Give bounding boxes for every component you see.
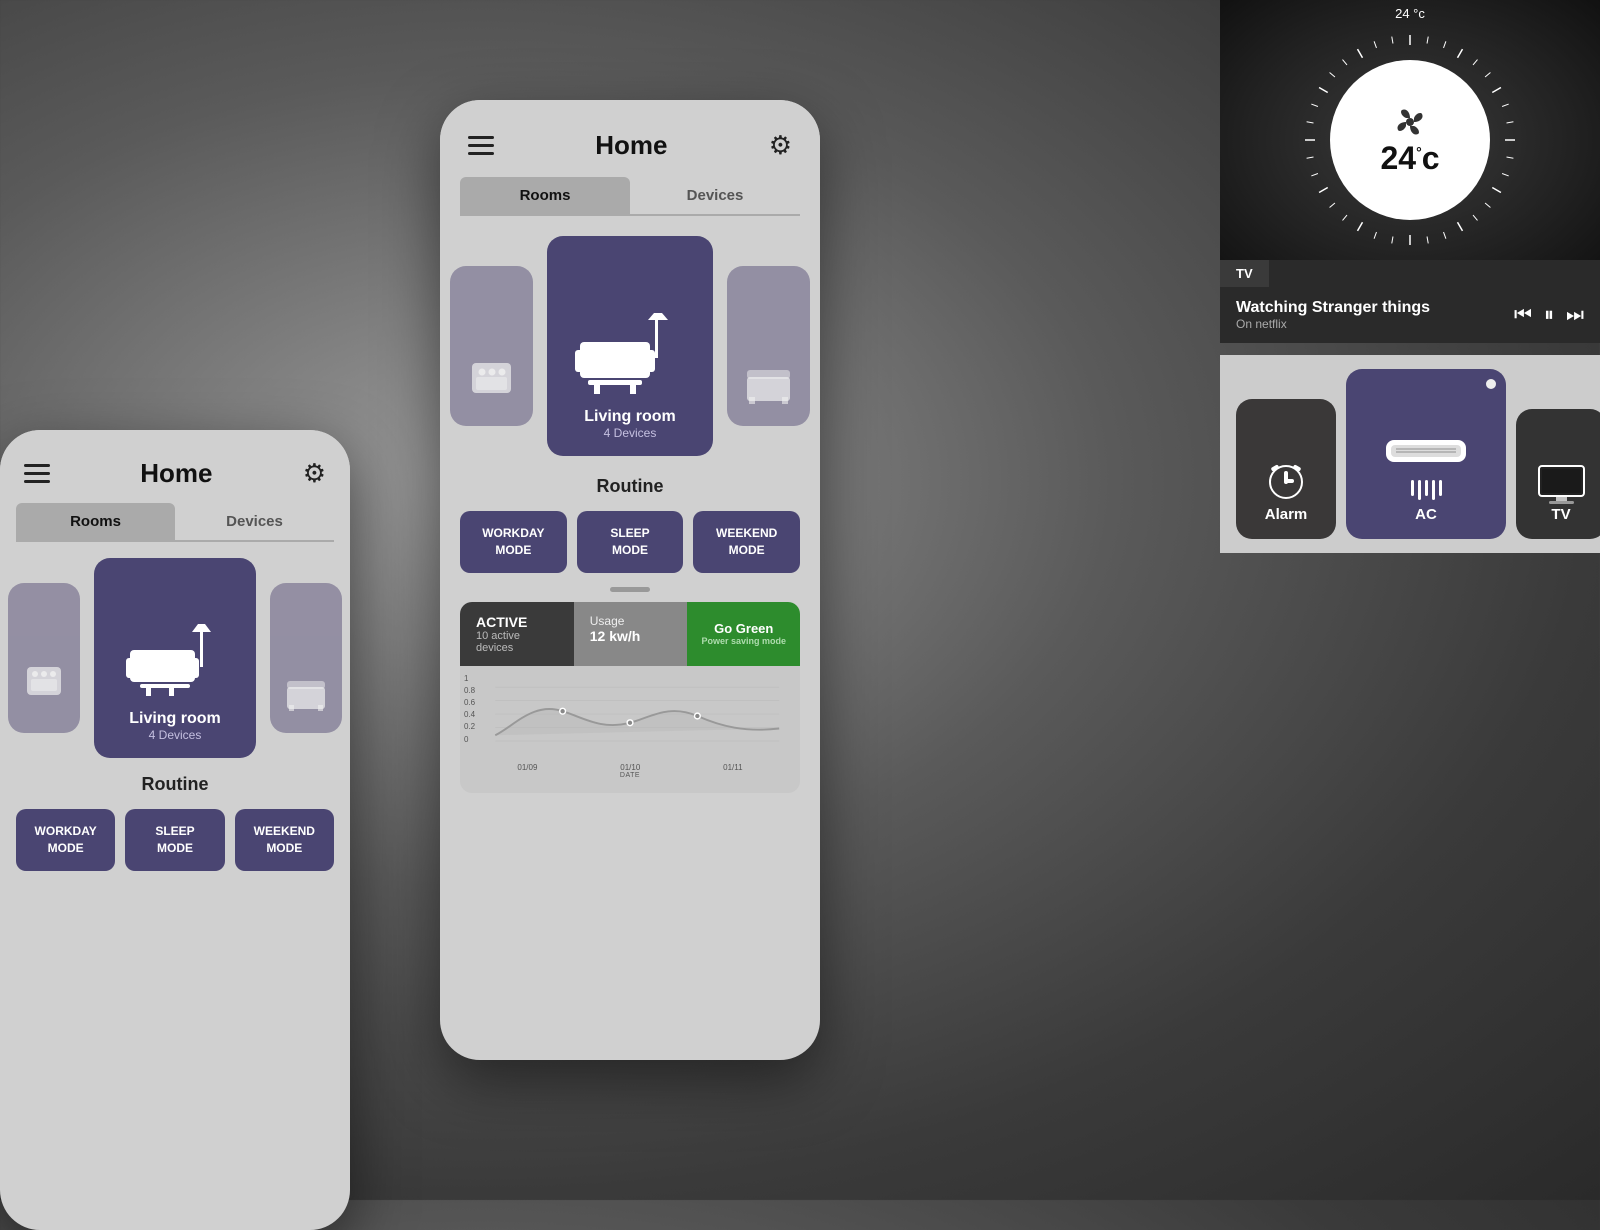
main-livingroom-name: Living room xyxy=(584,408,676,426)
tv-info: Watching Stranger things On netflix xyxy=(1236,299,1498,331)
tv-device-icon xyxy=(1534,461,1589,506)
ac-device-card[interactable]: AC xyxy=(1346,369,1506,539)
main-tab-bar: Rooms Devices xyxy=(460,177,800,216)
thermostat-temperature: 24 ° c xyxy=(1381,140,1440,177)
main-tab-rooms[interactable]: Rooms xyxy=(460,177,630,214)
left-tab-devices[interactable]: Devices xyxy=(175,503,334,540)
main-rooms-carousel: Living room 4 Devices xyxy=(440,216,820,476)
devices-row: Alarm AC TV xyxy=(1220,355,1600,553)
alarm-device-name: Alarm xyxy=(1265,506,1308,523)
tv-device-card[interactable]: TV xyxy=(1516,409,1600,539)
left-routine-section: Routine WORKDAYMODE SLEEPMODE WEEKENDMOD… xyxy=(0,774,350,871)
go-green-sub: Power saving mode xyxy=(701,636,786,646)
ac-waves xyxy=(1411,480,1442,500)
tv-next-button[interactable]: ⏭ xyxy=(1566,304,1584,327)
main-weekend-btn[interactable]: WEEKENDMODE xyxy=(693,511,800,573)
chart-date-3: 01/11 xyxy=(723,763,742,772)
tv-prev-button[interactable]: ⏮ xyxy=(1514,304,1532,327)
main-gear-icon[interactable]: ⚙ xyxy=(769,130,792,161)
energy-top-bar: ACTIVE 10 active devices Usage 12 kw/h G… xyxy=(460,602,800,666)
main-phone: Home ⚙ Rooms Devices xyxy=(440,100,820,1060)
left-rooms-carousel: Living room 4 Devices xyxy=(0,542,350,774)
main-tab-devices[interactable]: Devices xyxy=(630,177,800,214)
energy-usage-value: 12 kw/h xyxy=(590,628,672,644)
left-kitchen-card[interactable] xyxy=(8,583,80,733)
scroll-indicator xyxy=(440,587,820,592)
left-sleep-btn[interactable]: SLEEPMODE xyxy=(125,809,224,871)
energy-active-label: ACTIVE xyxy=(476,614,558,630)
main-livingroom-devices: 4 Devices xyxy=(604,426,657,440)
energy-chart: 10.80.60.40.20 01/09 01/10 01/11 xyxy=(460,666,800,793)
tv-widget: TV Watching Stranger things On netflix ⏮… xyxy=(1220,260,1600,343)
main-sofa-icon xyxy=(570,312,690,400)
chart-date-axis-label: DATE xyxy=(476,772,784,779)
main-hamburger-icon[interactable] xyxy=(468,136,494,155)
left-bedroom-card[interactable] xyxy=(270,583,342,733)
thermostat-outer[interactable]: 24 °c xyxy=(1300,30,1520,250)
left-routine-buttons: WORKDAYMODE SLEEPMODE WEEKENDMODE xyxy=(16,809,334,871)
chart-x-labels: 01/09 01/10 01/11 xyxy=(476,763,784,772)
go-green-button[interactable]: Go Green Power saving mode xyxy=(687,602,800,666)
main-bedroom-icon xyxy=(741,355,796,410)
left-livingroom-card[interactable]: Living room 4 Devices xyxy=(94,558,256,758)
alarm-icon xyxy=(1261,456,1311,506)
main-bedroom-card[interactable] xyxy=(727,266,810,426)
chart-svg xyxy=(476,676,784,756)
chart-y-labels: 10.80.60.40.20 xyxy=(464,674,475,744)
tv-pause-button[interactable]: ⏸ xyxy=(1544,304,1554,327)
left-livingroom-name: Living room xyxy=(129,710,221,728)
left-routine-title: Routine xyxy=(16,774,334,795)
energy-panel: ACTIVE 10 active devices Usage 12 kw/h G… xyxy=(460,602,800,793)
thermostat-top-label: 24 °c xyxy=(1395,6,1425,21)
kitchen-icon xyxy=(19,659,69,709)
main-routine-buttons: WORKDAYMODE SLEEPMODE WEEKENDMODE xyxy=(460,511,800,573)
chart-date-2: 01/10 xyxy=(620,763,640,772)
ac-status-dot xyxy=(1486,379,1496,389)
ac-device-name: AC xyxy=(1415,506,1437,523)
chart-date-1: 01/09 xyxy=(517,763,537,772)
tv-content: Watching Stranger things On netflix ⏮ ⏸ … xyxy=(1220,287,1600,343)
hamburger-menu-icon[interactable] xyxy=(24,464,50,483)
left-phone-title: Home xyxy=(140,458,212,489)
left-workday-btn[interactable]: WORKDAYMODE xyxy=(16,809,115,871)
alarm-device-card[interactable]: Alarm xyxy=(1236,399,1336,539)
tv-show-title: Watching Stranger things xyxy=(1236,299,1498,317)
main-phone-header: Home ⚙ xyxy=(440,100,820,177)
main-livingroom-card[interactable]: Living room 4 Devices xyxy=(547,236,713,456)
fan-icon xyxy=(1392,104,1428,140)
tv-tab-label: TV xyxy=(1220,260,1269,287)
thermo-temp-value: 24 xyxy=(1381,140,1417,177)
tv-controls: ⏮ ⏸ ⏭ xyxy=(1514,304,1584,327)
main-routine-section: Routine WORKDAYMODE SLEEPMODE WEEKENDMOD… xyxy=(440,476,820,573)
main-kitchen-icon xyxy=(464,355,519,410)
main-sleep-btn[interactable]: SLEEPMODE xyxy=(577,511,684,573)
main-workday-btn[interactable]: WORKDAYMODE xyxy=(460,511,567,573)
left-gear-icon[interactable]: ⚙ xyxy=(303,458,326,489)
bedroom-icon xyxy=(281,667,331,717)
left-livingroom-devices: 4 Devices xyxy=(149,728,202,742)
left-tab-bar: Rooms Devices xyxy=(16,503,334,542)
tv-platform: On netflix xyxy=(1236,317,1498,331)
energy-usage-label: Usage xyxy=(590,614,672,628)
main-kitchen-card[interactable] xyxy=(450,266,533,426)
left-tab-rooms[interactable]: Rooms xyxy=(16,503,175,540)
energy-usage-section: Usage 12 kw/h xyxy=(574,602,688,666)
thermostat-widget: 24 °c xyxy=(1220,0,1600,280)
left-phone: Home ⚙ Rooms Devices xyxy=(0,430,350,1230)
thermostat-face: 24 ° c xyxy=(1330,60,1490,220)
sofa-icon xyxy=(120,622,230,702)
tv-device-name: TV xyxy=(1551,506,1570,523)
main-phone-title: Home xyxy=(595,130,667,161)
main-routine-title: Routine xyxy=(460,476,800,497)
ac-unit-icon xyxy=(1381,435,1471,480)
go-green-label: Go Green xyxy=(714,621,773,636)
left-phone-header: Home ⚙ xyxy=(0,430,350,503)
left-weekend-btn[interactable]: WEEKENDMODE xyxy=(235,809,334,871)
energy-active-devices: 10 active devices xyxy=(476,630,558,654)
thermo-unit: c xyxy=(1422,140,1440,177)
energy-active-section: ACTIVE 10 active devices xyxy=(460,602,574,666)
scroll-dot xyxy=(610,587,650,592)
